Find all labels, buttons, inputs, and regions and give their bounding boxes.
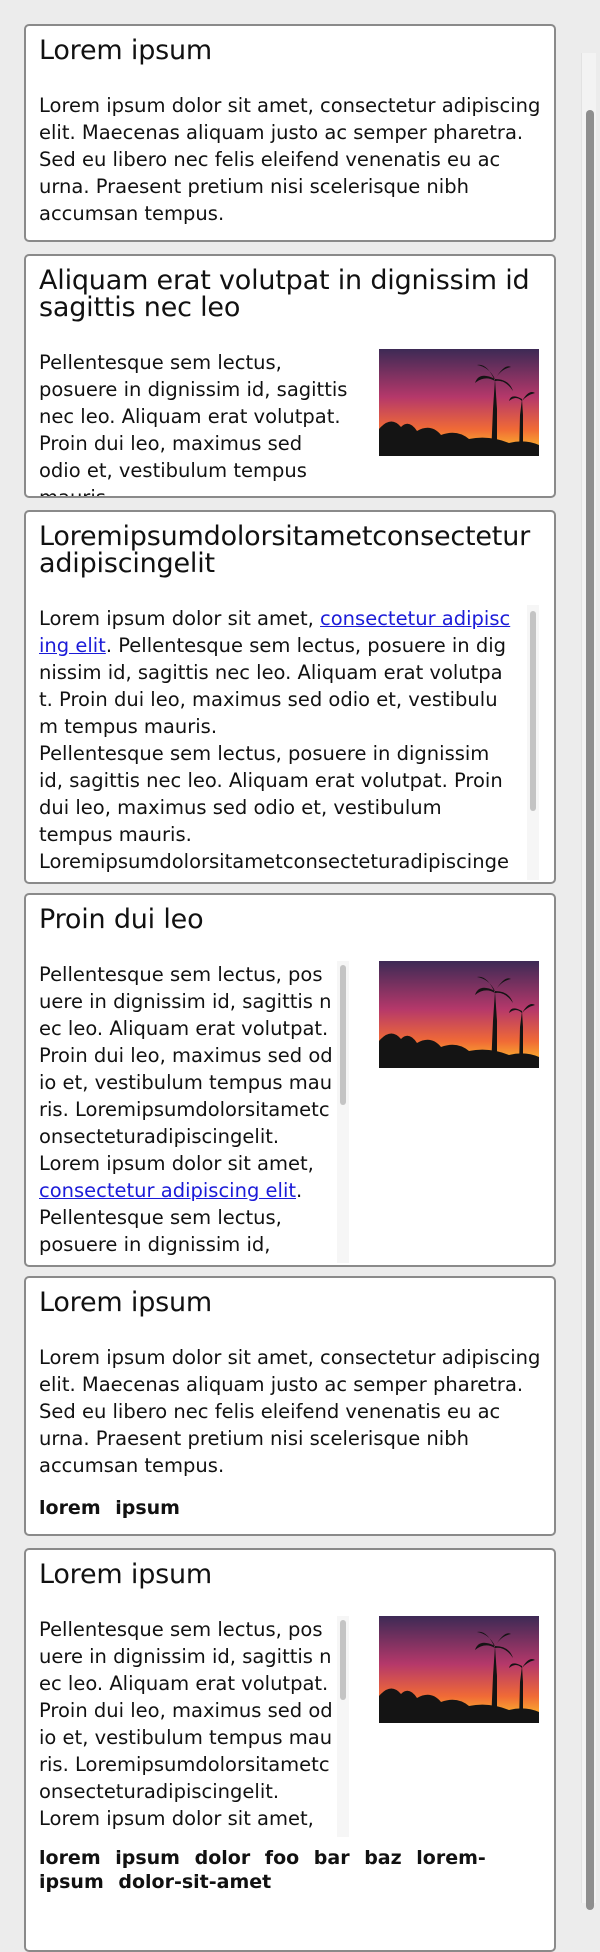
tag-list: lorem ipsum dolor foo bar baz lorem-ipsu… bbox=[39, 1847, 486, 1893]
sunset-palm-trees-image bbox=[379, 349, 539, 456]
card-title: Aliquam erat volutpat in dignissim id sa… bbox=[39, 265, 530, 323]
sunset-palm-trees-image bbox=[379, 1616, 539, 1723]
card-title: Lorem ipsum bbox=[39, 1287, 213, 1318]
text-span: Lorem ipsum dolor sit amet, bbox=[39, 607, 321, 630]
card-title: Proin dui leo bbox=[39, 904, 204, 935]
paragraph: Pellentesque sem lectus, posuere in dign… bbox=[39, 742, 503, 846]
paragraph: Pellentesque sem lectus, posuere in dign… bbox=[39, 1206, 282, 1263]
card-title: Lorem ipsum bbox=[39, 35, 213, 66]
scrollbar[interactable] bbox=[527, 605, 539, 880]
page-scrollbar-thumb[interactable] bbox=[586, 110, 594, 1910]
card: Aliquam erat volutpat in dignissim id sa… bbox=[24, 254, 556, 498]
card: Proin dui leo Pellentesque sem lectus, p… bbox=[24, 893, 556, 1267]
card-text: Pellentesque sem lectus, posuere in dign… bbox=[39, 961, 334, 1263]
text-span: Lorem ipsum dolor sit amet, bbox=[39, 1152, 314, 1175]
paragraph: Lorem ipsum dolor sit amet, bbox=[39, 1807, 314, 1830]
sunset-palm-trees-image bbox=[379, 961, 539, 1068]
card-text: Lorem ipsum dolor sit amet, consectetur … bbox=[39, 1346, 541, 1477]
sunset-image-graphic bbox=[379, 961, 539, 1068]
paragraph: Loremipsumdolorsitametconsecteturadipisc… bbox=[39, 850, 509, 880]
sunset-image-graphic bbox=[379, 349, 539, 456]
card: Lorem ipsum Pellentesque sem lectus, pos… bbox=[24, 1548, 556, 1952]
card-scroll-area[interactable]: Pellentesque sem lectus, posuere in dign… bbox=[39, 961, 349, 1263]
card-text: Lorem ipsum dolor sit amet, consectetur … bbox=[39, 605, 514, 880]
scrollbar[interactable] bbox=[337, 961, 349, 1263]
paragraph: Pellentesque sem lectus, posuere in dign… bbox=[39, 963, 333, 1148]
scrollbar-thumb[interactable] bbox=[340, 1620, 346, 1700]
card-title: Loremipsumdolorsitametconsectetur adipis… bbox=[39, 521, 531, 579]
card-scroll-area[interactable]: Pellentesque sem lectus, posuere in dign… bbox=[39, 1616, 349, 1837]
paragraph: Pellentesque sem lectus, posuere in dign… bbox=[39, 1618, 333, 1803]
sunset-image-graphic bbox=[379, 1616, 539, 1723]
card-text: Pellentesque sem lectus, posuere in dign… bbox=[39, 1616, 334, 1832]
scrollbar-thumb[interactable] bbox=[530, 611, 536, 811]
scrollbar-thumb[interactable] bbox=[340, 965, 346, 1105]
card: Lorem ipsum Lorem ipsum dolor sit amet, … bbox=[24, 24, 556, 242]
text-span: . bbox=[296, 1179, 303, 1202]
paragraph: Lorem ipsum dolor sit amet, consectetur … bbox=[39, 1150, 334, 1204]
card-text: Pellentesque sem lectus, posuere in dign… bbox=[39, 351, 348, 498]
card: Loremipsumdolorsitametconsectetur adipis… bbox=[24, 510, 556, 884]
scrollbar[interactable] bbox=[337, 1616, 349, 1837]
card-scroll-area[interactable]: Lorem ipsum dolor sit amet, consectetur … bbox=[39, 605, 539, 880]
tag-list: lorem ipsum bbox=[39, 1497, 180, 1519]
paragraph: Lorem ipsum dolor sit amet, consectetur … bbox=[39, 605, 514, 740]
card: Lorem ipsum Lorem ipsum dolor sit amet, … bbox=[24, 1276, 556, 1536]
card-title: Lorem ipsum bbox=[39, 1559, 213, 1590]
text-span: . Pellentesque sem lectus, posuere in di… bbox=[39, 634, 507, 738]
consectetur-link[interactable]: consectetur adipiscing elit bbox=[39, 1179, 296, 1202]
card-text: Lorem ipsum dolor sit amet, consectetur … bbox=[39, 94, 541, 225]
